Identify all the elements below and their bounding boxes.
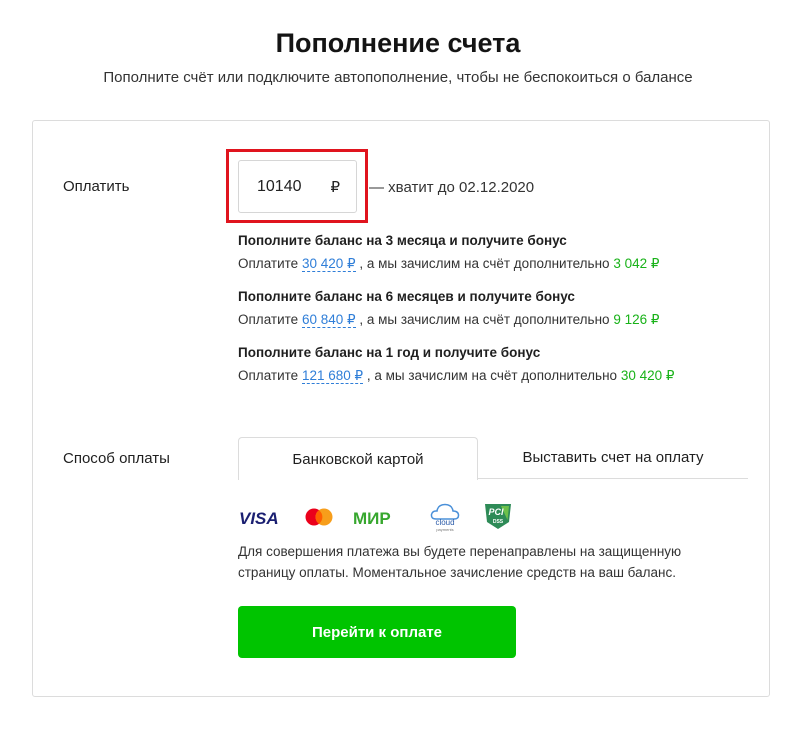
cloudpayments-icon: cloud payments <box>430 503 460 532</box>
bonus-prefix: Оплатите <box>238 312 299 327</box>
bonus-prefix: Оплатите <box>238 368 299 383</box>
svg-text:DSS: DSS <box>493 519 504 525</box>
bonus-pay-link[interactable]: 30 420 ₽ <box>301 256 356 272</box>
bonus-offer-1-year: Пополните баланс на 1 год и получите бон… <box>238 341 674 387</box>
svg-text:cloud: cloud <box>435 518 454 527</box>
svg-text:payments: payments <box>436 527 453 532</box>
amount-input[interactable]: 10140 ₽ <box>238 160 357 213</box>
ruble-currency-icon: ₽ <box>330 178 340 196</box>
bonus-pay-link[interactable]: 60 840 ₽ <box>301 312 356 328</box>
bonus-pay-link[interactable]: 121 680 ₽ <box>301 368 364 384</box>
tab-invoice[interactable]: Выставить счет на оплату <box>478 437 748 479</box>
enough-until-text: — хватит до 02.12.2020 <box>369 179 535 196</box>
payment-method-label: Способ оплаты <box>63 450 170 467</box>
page-title: Пополнение счета <box>275 28 521 58</box>
bonus-title: Пополните баланс на 1 год и получите бон… <box>238 345 541 360</box>
bonus-title: Пополните баланс на 3 месяца и получите … <box>238 233 567 248</box>
bonus-details: Оплатите 121 680 ₽ , а мы зачислим на сч… <box>238 364 674 387</box>
mastercard-icon <box>305 508 333 526</box>
bonus-details: Оплатите 60 840 ₽ , а мы зачислим на счё… <box>238 308 659 331</box>
amount-value[interactable]: 10140 <box>257 178 330 196</box>
svg-text:VISA: VISA <box>239 509 279 528</box>
proceed-to-payment-button[interactable]: Перейти к оплате <box>238 606 516 658</box>
bonus-offer-6-months: Пополните баланс на 6 месяцев и получите… <box>238 285 659 331</box>
topup-card: Оплатить 10140 ₽ — хватит до 02.12.2020 … <box>32 120 770 697</box>
bonus-amount: 9 126 ₽ <box>613 312 660 327</box>
bonus-details: Оплатите 30 420 ₽ , а мы зачислим на счё… <box>238 252 659 275</box>
bonus-amount: 3 042 ₽ <box>613 256 660 271</box>
payment-notice: Для совершения платежа вы будете перенап… <box>238 544 682 580</box>
bonus-amount: 30 420 ₽ <box>620 368 675 383</box>
svg-text:МИР: МИР <box>353 509 391 528</box>
svg-text:PCI: PCI <box>488 507 504 517</box>
bonus-title: Пополните баланс на 6 месяцев и получите… <box>238 289 575 304</box>
bonus-middle-text: , а мы зачислим на счёт дополнительно <box>359 256 610 271</box>
tab-bank-card[interactable]: Банковской картой <box>238 437 478 480</box>
payment-logos: VISA МИР cloud payments PCI DSS <box>238 503 538 535</box>
pay-label: Оплатить <box>63 178 130 195</box>
payment-method-tabs: Банковской картой Выставить счет на опла… <box>238 437 748 480</box>
pci-dss-icon: PCI DSS <box>485 504 511 529</box>
bonus-prefix: Оплатите <box>238 256 299 271</box>
bonus-offer-3-months: Пополните баланс на 3 месяца и получите … <box>238 229 659 275</box>
bonus-middle-text: , а мы зачислим на счёт дополнительно <box>366 368 618 383</box>
mir-icon: МИР <box>353 509 391 528</box>
bonus-middle-text: , а мы зачислим на счёт дополнительно <box>359 312 610 327</box>
page-subtitle: Пополните счёт или подключите автопополн… <box>103 69 693 86</box>
visa-icon: VISA <box>239 509 279 528</box>
